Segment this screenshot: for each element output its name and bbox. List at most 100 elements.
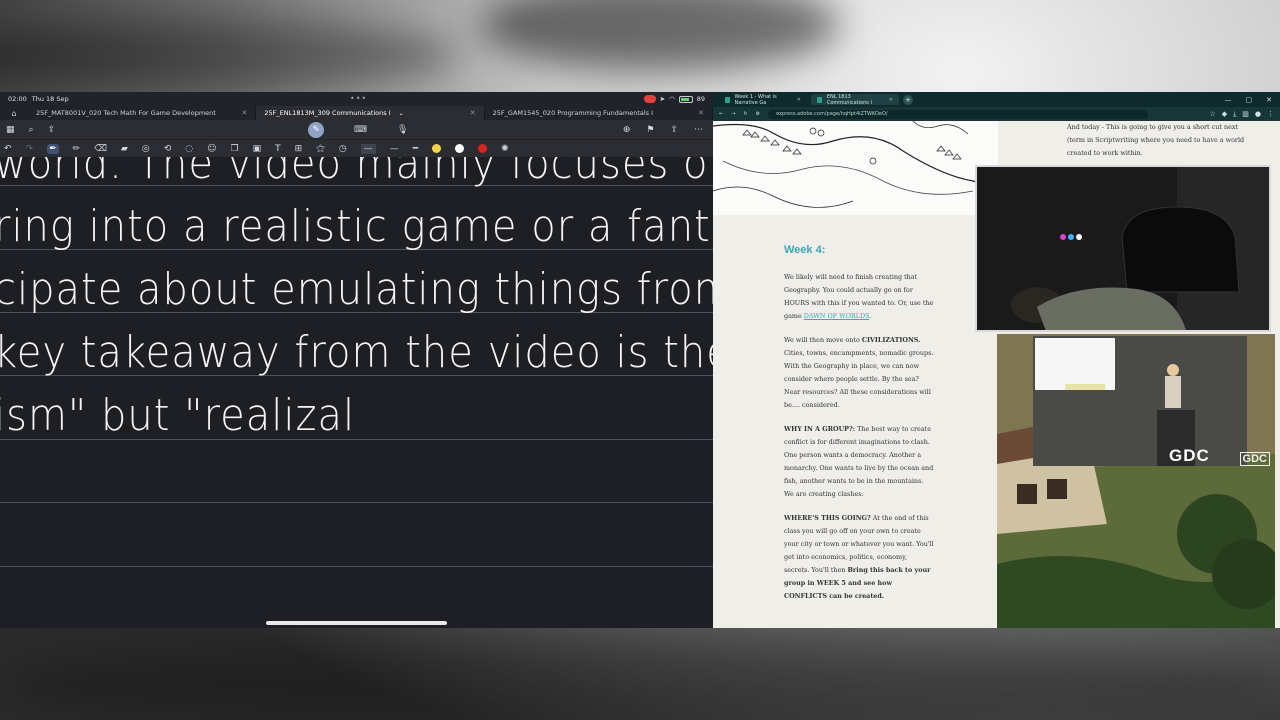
- sticker-icon[interactable]: ☺: [207, 144, 216, 154]
- conference-scene: [997, 334, 1275, 628]
- undo-icon[interactable]: ↶: [4, 144, 12, 154]
- minimize-icon[interactable]: —: [1225, 96, 1232, 104]
- tab-communications[interactable]: 25F_ENL1813M_309 Communications I ⌄ ✕: [256, 106, 485, 120]
- ipad-status-bar: 02:00 Thu 18 Sep ••• ➤ ◠ 89: [0, 92, 713, 106]
- close-icon[interactable]: ✕: [889, 97, 893, 103]
- copy-icon[interactable]: ❐: [231, 144, 239, 154]
- browser-tab-strip: Week 1 - What is Narrative Ga ✕ ENL 1813…: [713, 92, 1280, 107]
- scan-icon[interactable]: ⊞: [295, 144, 303, 154]
- stroke-thin-icon[interactable]: —: [360, 143, 376, 154]
- clock-icon[interactable]: ◷: [339, 144, 347, 154]
- url-bar[interactable]: express.adobe.com/page/hqHpt4iZTWKOeO/: [768, 109, 1149, 119]
- paragraph: WHERE'S THIS GOING? At the end of this c…: [784, 512, 934, 603]
- conference-video: GDC GDC: [997, 334, 1275, 628]
- handwriting-line: cipate about emulating things from the r: [0, 265, 713, 315]
- handwriting-line: ism" but "realizal: [0, 391, 356, 441]
- paragraph-text: The best way to create conflict is for d…: [784, 425, 934, 498]
- sidebar-icon[interactable]: ▥: [1242, 110, 1249, 119]
- more-icon[interactable]: ⋯: [694, 125, 703, 135]
- pen-color-white[interactable]: [455, 144, 465, 153]
- pen-color-red[interactable]: [478, 144, 488, 153]
- stroke-thick-icon[interactable]: ━: [413, 144, 418, 154]
- section-heading: Week 4:: [784, 244, 826, 256]
- pen-mode-icon[interactable]: ✎: [308, 121, 324, 138]
- shapes-icon[interactable]: ◎: [142, 144, 150, 154]
- browser-tab-enl[interactable]: ENL 1813 Communications I ✕: [811, 93, 899, 106]
- map-drawing: [713, 121, 998, 208]
- recording-indicator-icon: [643, 95, 656, 103]
- text-icon[interactable]: T: [275, 144, 281, 154]
- close-window-icon[interactable]: ✕: [1266, 96, 1272, 104]
- home-icon[interactable]: ⌂: [0, 109, 28, 118]
- laser-icon[interactable]: ⚝: [316, 144, 325, 154]
- tab-math[interactable]: 25F_MAT8001V_020 Tech Math For Game Deve…: [28, 106, 257, 120]
- battery-level: 89: [696, 95, 705, 103]
- new-tab-icon[interactable]: +: [903, 94, 913, 105]
- tab-label: 25F_GAM1545_020 Programming Fundamentals…: [492, 109, 654, 117]
- menu-icon[interactable]: ⋮: [1267, 110, 1274, 119]
- share-icon[interactable]: ⇪: [48, 125, 56, 135]
- tab-label: 25F_ENL1813M_309 Communications I: [264, 109, 391, 117]
- mic-icon[interactable]: 🎙: [397, 125, 408, 135]
- notes-main-toolbar: ▦ ⌕ ⇪ ✎ ⌨ 🎙 ⊕ ⚑ ⇧ ⋯: [0, 120, 713, 140]
- lasso-icon[interactable]: ⟲: [164, 144, 172, 154]
- article-body: We likely will need to finish creating t…: [784, 271, 934, 614]
- status-date: Thu 18 Sep: [31, 95, 69, 103]
- pencil-icon[interactable]: ✏: [73, 144, 81, 154]
- forward-icon[interactable]: →: [731, 111, 735, 117]
- page-text-top-right: And today - This is going to give you a …: [1067, 123, 1245, 157]
- paragraph-text: Cities, towns, encampments, nomadic grou…: [784, 349, 934, 409]
- wifi-icon: ◠: [669, 95, 675, 103]
- paragraph: We likely will need to finish creating t…: [784, 271, 934, 323]
- paragraph-bold: WHERE'S THIS GOING?: [784, 514, 871, 522]
- close-icon[interactable]: ✕: [470, 109, 476, 117]
- search-icon[interactable]: ⌕: [29, 125, 34, 135]
- paragraph-bold: CIVILIZATIONS.: [861, 336, 921, 344]
- maximize-icon[interactable]: ▢: [1246, 96, 1253, 104]
- stroke-medium-icon[interactable]: —: [390, 144, 399, 154]
- background-shadow: [0, 640, 1280, 720]
- ruled-line: [0, 502, 713, 503]
- dawn-of-worlds-link[interactable]: DAWN OF WORLDS: [804, 312, 870, 320]
- handwriting-line: key takeaway from the video is the idea: [0, 328, 713, 378]
- bookmark-icon[interactable]: ⚑: [646, 125, 654, 135]
- close-icon[interactable]: ✕: [698, 109, 704, 117]
- handwriting-line: world. The video mainly focuses on be: [0, 157, 713, 189]
- extension-icon[interactable]: ◆: [1222, 110, 1227, 119]
- handwriting-line: ring into a realistic game or a fantasy …: [0, 202, 713, 252]
- add-page-icon[interactable]: ⊕: [623, 125, 631, 135]
- browser-tab-label: ENL 1813 Communications I: [826, 93, 872, 106]
- lasso-dashed-icon[interactable]: ◌: [185, 144, 193, 154]
- image-icon[interactable]: ▣: [253, 144, 262, 154]
- close-icon[interactable]: ✕: [241, 109, 247, 117]
- notes-app-window: 02:00 Thu 18 Sep ••• ➤ ◠ 89 ⌂ 25F_MAT800…: [0, 92, 713, 628]
- fantasy-map-image: [713, 121, 998, 215]
- grid-icon[interactable]: ▦: [6, 125, 15, 135]
- highlighter-icon[interactable]: ▰: [121, 144, 128, 154]
- profile-icon[interactable]: ●: [1255, 110, 1261, 119]
- favicon-icon: [725, 96, 730, 103]
- multitask-dots-icon[interactable]: •••: [350, 94, 367, 103]
- paragraph-bold: WHY IN A GROUP?:: [784, 425, 856, 433]
- chevron-down-icon[interactable]: ⌄: [399, 110, 404, 117]
- note-canvas[interactable]: world. The video mainly focuses on be ri…: [0, 157, 713, 628]
- paragraph-text: At the end of this class you will go off…: [784, 514, 934, 574]
- browser-tab-week1[interactable]: Week 1 - What is Narrative Ga ✕: [719, 94, 807, 106]
- color-picker-icon[interactable]: ✺: [501, 144, 509, 154]
- site-info-icon[interactable]: ⚙: [756, 111, 760, 117]
- tab-programming[interactable]: 25F_GAM1545_020 Programming Fundamentals…: [485, 106, 713, 120]
- keyboard-icon[interactable]: ⌨: [354, 125, 367, 135]
- redo-icon[interactable]: ↷: [26, 144, 34, 154]
- back-icon[interactable]: ←: [719, 111, 723, 117]
- download-icon[interactable]: ⤓: [1233, 110, 1236, 119]
- export-icon[interactable]: ⇧: [670, 125, 678, 135]
- close-icon[interactable]: ✕: [797, 97, 801, 103]
- star-icon[interactable]: ☆: [1209, 110, 1215, 119]
- pen-icon[interactable]: ✒: [47, 143, 59, 154]
- refresh-icon[interactable]: ↻: [743, 111, 747, 117]
- home-indicator[interactable]: [266, 621, 447, 625]
- pen-color-yellow[interactable]: [432, 144, 442, 153]
- background-shadow: [0, 20, 460, 90]
- eraser-icon[interactable]: ⌫: [94, 144, 107, 154]
- gdc-logo: GDC: [1169, 446, 1210, 465]
